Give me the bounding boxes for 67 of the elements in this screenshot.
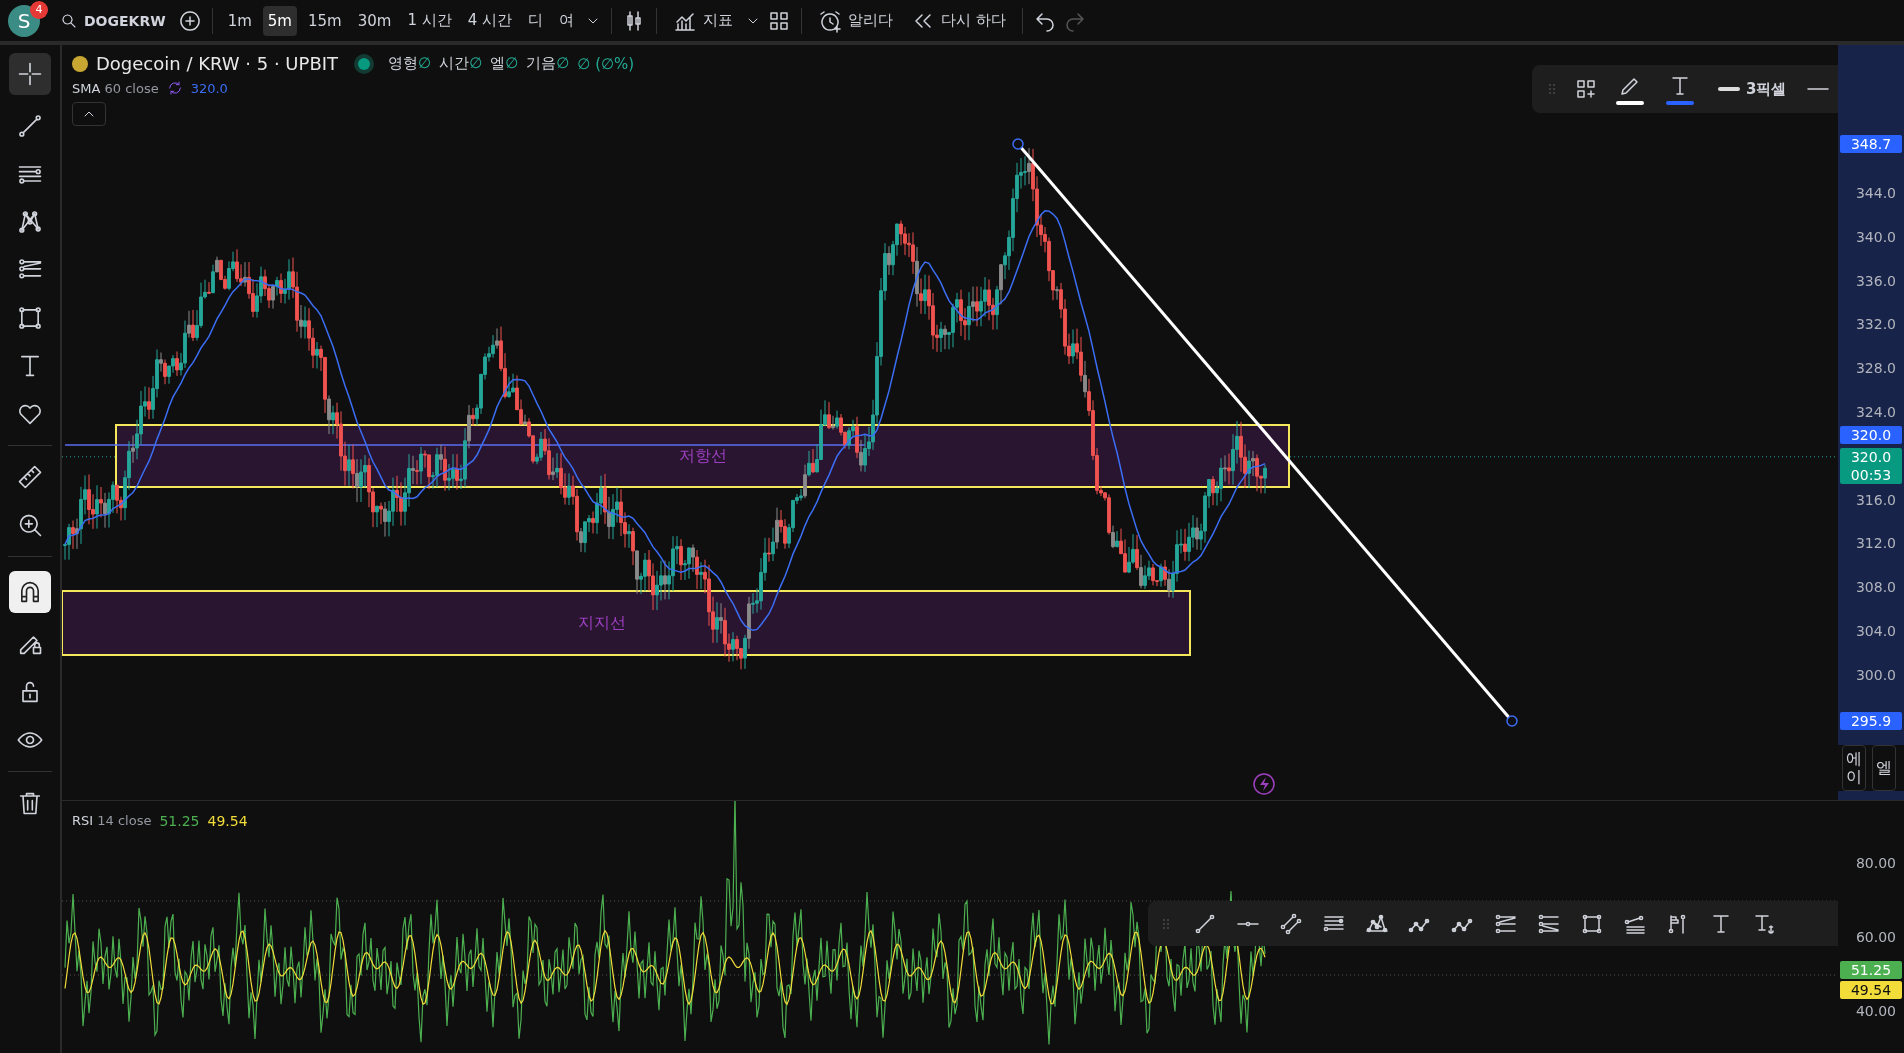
timeframe-tab[interactable]: 15m [302,5,347,36]
timeframe-tab[interactable]: 4 시간 [462,5,517,36]
ruler-icon[interactable] [16,463,44,491]
alert-button[interactable]: 알리다 [812,3,899,38]
symbol-title[interactable]: Dogecoin / KRW · 5 · UPBIT [96,53,339,74]
timeframe-tab[interactable]: 1m [222,5,257,36]
price-tick: 332.0 [1855,316,1896,333]
price-label: 348.7 [1840,135,1902,153]
indicator-label[interactable]: RSI 14 close [72,813,152,829]
price-tick: 308.0 [1855,579,1896,596]
price-tick: 304.0 [1855,623,1896,639]
zone-label: 지지선 [578,613,626,632]
search-icon [60,11,78,30]
price-label: 295.9 [1840,712,1902,730]
add-template-icon[interactable] [1574,77,1598,101]
scale-button[interactable]: 엘 [1872,745,1896,791]
timeframe-tab[interactable]: 1 시간 [402,5,457,36]
line-tool-icon[interactable] [16,112,44,140]
price-label: 320.0 [1840,426,1902,444]
notification-badge: 4 [30,0,48,19]
change-value: ∅ (∅%) [577,54,635,73]
magnet-button[interactable] [9,571,51,613]
price-tick: 340.0 [1855,228,1896,245]
price-tick: 328.0 [1855,360,1896,377]
price-tick: 300.0 [1855,666,1896,683]
oscillator-tick: 80.00 [1855,855,1896,871]
timeframe-tab[interactable]: 30m [352,5,397,36]
parallel-lines-icon[interactable] [1279,911,1303,936]
market-status-icon [358,57,371,70]
crosshair-icon [16,60,44,88]
ohlc-value: 엘∅ [490,54,519,73]
oscillator-tick: 40.00 [1855,1003,1896,1019]
price-tick: 336.0 [1855,272,1896,289]
price-tick: 312.0 [1855,535,1896,552]
rsi-average-label: 49.54 [1840,981,1902,999]
alarm-clock-icon [818,8,842,33]
oscillator-tick: 60.00 [1855,929,1896,945]
indicator-label[interactable]: SMA 60 close [72,80,159,96]
refresh-icon[interactable] [166,80,183,96]
crosshair-tool-button[interactable] [9,53,51,95]
zone-label: 저항선 [679,446,727,465]
indicator-value: 51.25 [159,813,200,829]
pattern-nodes-icon[interactable] [16,208,44,236]
timeframe-tab[interactable]: 여 [554,5,579,36]
add-icon[interactable] [177,8,202,33]
indicators-button[interactable]: 지표 [667,3,739,38]
support-zone[interactable] [62,590,1191,656]
scale-button[interactable]: 에이 [1842,745,1866,791]
indicator-value: 49.54 [207,813,248,829]
timeframe-tab[interactable]: 5m [262,5,297,36]
replay-button[interactable]: 다시 하다 [905,3,1012,38]
indicator-value: 320.0 [190,80,228,96]
ohlc-value: 기음∅ [526,54,570,73]
price-tick: 316.0 [1855,491,1896,508]
ohlc-value: 시간∅ [439,54,483,73]
symbol-search-button[interactable]: DOGEKRW [54,6,172,35]
coin-icon [72,55,88,72]
price-tick: 344.0 [1855,185,1896,201]
timeframe-tab[interactable]: 디 [523,5,548,36]
line-width-button[interactable]: 3픽셀 [1712,74,1793,104]
lightning-icon[interactable] [1253,773,1275,795]
trend-line[interactable] [1012,138,1518,727]
ohlc-value: 영형∅ [388,54,432,73]
last-price: 320.0 [1850,448,1892,466]
price-tick: 324.0 [1855,404,1896,420]
rsi-value-label: 51.25 [1840,961,1902,979]
bar-countdown: 00:53 [1850,466,1892,484]
